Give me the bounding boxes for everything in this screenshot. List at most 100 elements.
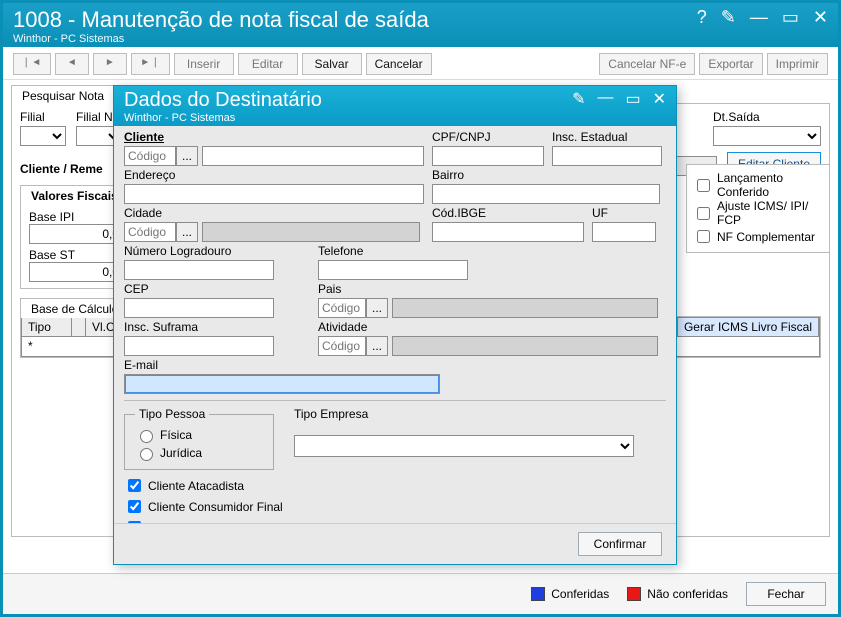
imprimir-button[interactable]: Imprimir xyxy=(767,53,828,75)
radio-fisica[interactable] xyxy=(140,430,153,443)
radio-juridica[interactable] xyxy=(140,448,153,461)
cep-input[interactable] xyxy=(124,298,274,318)
cliente-lookup-button[interactable]: ... xyxy=(176,146,198,166)
cliente-codigo-input[interactable] xyxy=(124,146,176,166)
pais-lookup-button[interactable]: ... xyxy=(366,298,388,318)
help-icon[interactable]: ? xyxy=(697,7,707,28)
modal-body: Cliente ... CPF/CNPJ Insc. Estadual xyxy=(114,126,676,523)
chk-nfcomp-label: NF Complementar xyxy=(717,230,815,244)
chk-lancamento[interactable] xyxy=(697,179,710,192)
cidade-label: Cidade xyxy=(124,206,424,220)
gerar-icms-button[interactable]: Gerar ICMS Livro Fiscal xyxy=(678,318,819,336)
dt-saida-select[interactable] xyxy=(713,126,821,146)
main-window: 1008 - Manutenção de nota fiscal de saíd… xyxy=(0,0,841,617)
pais-codigo-input[interactable] xyxy=(318,298,366,318)
main-titlebar: 1008 - Manutenção de nota fiscal de saíd… xyxy=(3,3,838,47)
nav-next-button[interactable]: ► xyxy=(93,53,127,75)
base-ipi-label: Base IPI xyxy=(29,210,121,224)
atividade-label: Atividade xyxy=(318,320,658,334)
cpf-cnpj-input[interactable] xyxy=(432,146,544,166)
pais-nome-input[interactable] xyxy=(392,298,658,318)
filial-select[interactable] xyxy=(20,126,66,146)
nav-first-button[interactable]: ❘◄ xyxy=(13,53,51,75)
base-ipi-input[interactable] xyxy=(29,224,123,244)
tipo-pessoa-legend: Tipo Pessoa xyxy=(135,407,209,421)
uf-input[interactable] xyxy=(592,222,656,242)
main-window-controls: ? ✎ — ▭ ✕ xyxy=(697,7,828,28)
salvar-button[interactable]: Salvar xyxy=(302,53,362,75)
insc-est-input[interactable] xyxy=(552,146,662,166)
nav-prev-button[interactable]: ◄ xyxy=(55,53,89,75)
cod-ibge-input[interactable] xyxy=(432,222,584,242)
filial-label: Filial xyxy=(20,110,66,124)
legend-conferidas: Conferidas xyxy=(531,587,609,601)
cancelar-button[interactable]: Cancelar xyxy=(366,53,432,75)
endereco-label: Endereço xyxy=(124,168,424,182)
chk-ajuste-label: Ajuste ICMS/ IPI/ FCP xyxy=(717,199,823,227)
main-subtitle: Winthor - PC Sistemas xyxy=(13,33,429,45)
modal-close-icon[interactable]: ✕ xyxy=(653,89,666,109)
suframa-label: Insc. Suframa xyxy=(124,320,310,334)
tipo-pessoa-group: Tipo Pessoa Física Jurídica xyxy=(124,407,274,470)
minimize-icon[interactable]: — xyxy=(750,7,768,28)
edit-window-icon[interactable]: ✎ xyxy=(721,7,736,28)
modal-edit-icon[interactable]: ✎ xyxy=(572,89,585,109)
chk-atacadista[interactable] xyxy=(128,479,141,492)
cliente-nome-input[interactable] xyxy=(202,146,424,166)
modal-min-icon[interactable]: — xyxy=(597,89,613,109)
close-icon[interactable]: ✕ xyxy=(813,7,828,28)
inserir-button[interactable]: Inserir xyxy=(174,53,234,75)
right-checkbox-panel: Lançamento Conferido Ajuste ICMS/ IPI/ F… xyxy=(686,164,830,253)
base-st-input[interactable] xyxy=(29,262,123,282)
tab-pesquisar-nota[interactable]: Pesquisar Nota xyxy=(11,85,115,105)
exportar-button[interactable]: Exportar xyxy=(699,53,762,75)
fechar-button[interactable]: Fechar xyxy=(746,582,826,606)
chk-atacadista-label: Cliente Atacadista xyxy=(148,479,244,493)
pais-label: Pais xyxy=(318,282,658,296)
cidade-lookup-button[interactable]: ... xyxy=(176,222,198,242)
main-title: 1008 - Manutenção de nota fiscal de saíd… xyxy=(13,7,429,33)
modal-max-icon[interactable]: ▭ xyxy=(625,89,640,109)
tipo-empresa-select[interactable] xyxy=(294,435,634,457)
swatch-blue-icon xyxy=(531,587,545,601)
num-log-label: Número Logradouro xyxy=(124,244,310,258)
cancelar-nfe-button[interactable]: Cancelar NF-e xyxy=(599,53,695,75)
atividade-codigo-input[interactable] xyxy=(318,336,366,356)
telefone-input[interactable] xyxy=(318,260,468,280)
nav-last-button[interactable]: ►❘ xyxy=(131,53,169,75)
uf-label: UF xyxy=(592,206,656,220)
bairro-input[interactable] xyxy=(432,184,660,204)
col-tipo[interactable]: Tipo xyxy=(22,318,72,336)
telefone-label: Telefone xyxy=(318,244,468,258)
cidade-nome-input[interactable] xyxy=(202,222,420,242)
modal-footer: Confirmar xyxy=(114,523,676,564)
atividade-nome-input[interactable] xyxy=(392,336,658,356)
insc-est-label: Insc. Estadual xyxy=(552,130,662,144)
modal-titlebar: Dados do Destinatário Winthor - PC Siste… xyxy=(114,86,676,126)
cidade-codigo-input[interactable] xyxy=(124,222,176,242)
base-st-label: Base ST xyxy=(29,248,121,262)
confirmar-button[interactable]: Confirmar xyxy=(578,532,662,556)
chk-nfcomp[interactable] xyxy=(697,230,710,243)
chk-consumidor-label: Cliente Consumidor Final xyxy=(148,500,283,514)
chk-lancamento-label: Lançamento Conferido xyxy=(717,171,823,199)
radio-juridica-label: Jurídica xyxy=(160,446,202,460)
legend-nao-conferidas: Não conferidas xyxy=(627,587,728,601)
swatch-red-icon xyxy=(627,587,641,601)
radio-fisica-label: Física xyxy=(160,428,192,442)
num-log-input[interactable] xyxy=(124,260,274,280)
email-label: E-mail xyxy=(124,358,666,372)
chk-consumidor[interactable] xyxy=(128,500,141,513)
email-input[interactable] xyxy=(124,374,440,394)
chk-ajuste[interactable] xyxy=(697,207,710,220)
cod-ibge-label: Cód.IBGE xyxy=(432,206,584,220)
bairro-label: Bairro xyxy=(432,168,660,182)
endereco-input[interactable] xyxy=(124,184,424,204)
atividade-lookup-button[interactable]: ... xyxy=(366,336,388,356)
dt-saida-label: Dt.Saída xyxy=(713,110,821,124)
suframa-input[interactable] xyxy=(124,336,274,356)
cliente-reme-label: Cliente / Reme xyxy=(20,162,103,176)
editar-button[interactable]: Editar xyxy=(238,53,298,75)
modal-window-controls: ✎ — ▭ ✕ xyxy=(572,89,666,109)
maximize-icon[interactable]: ▭ xyxy=(782,7,799,28)
